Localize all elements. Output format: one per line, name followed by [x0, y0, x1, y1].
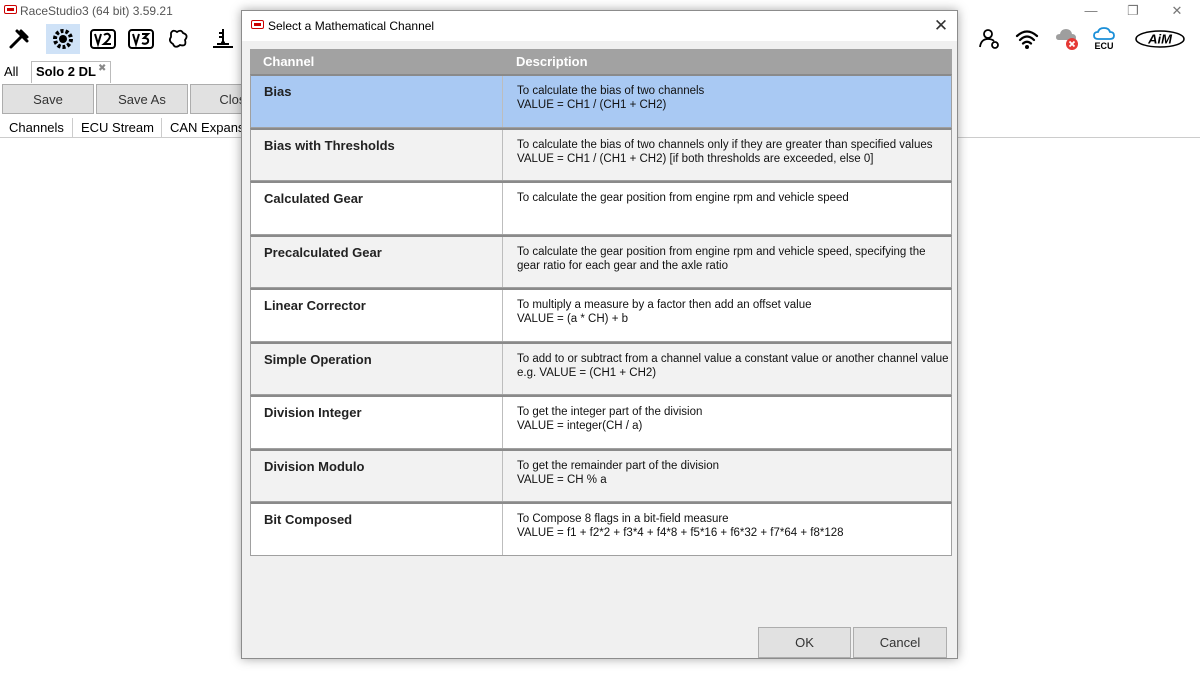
user-settings-icon[interactable]	[972, 24, 1006, 54]
column-separator	[502, 236, 503, 287]
table-row-linear-corrector[interactable]: Linear Corrector To multiply a measure b…	[250, 288, 952, 342]
column-separator	[502, 397, 503, 448]
row-description: To get the remainder part of the divisio…	[517, 459, 949, 487]
description-formula: VALUE = CH1 / (CH1 + CH2) [if both thres…	[517, 152, 874, 165]
table-header: Channel Description	[250, 49, 952, 74]
row-channel-name: Precalculated Gear	[264, 244, 382, 260]
row-description: To Compose 8 flags in a bit-field measur…	[517, 512, 949, 540]
math-channel-dialog: Select a Mathematical Channel ✕ Channel …	[241, 10, 958, 659]
description-formula: VALUE = f1 + f2*2 + f3*4 + f4*8 + f5*16 …	[517, 527, 844, 539]
row-description: To calculate the bias of two channels on…	[517, 138, 949, 166]
description-line: To Compose 8 flags in a bit-field measur…	[517, 513, 729, 525]
configuration-gear-icon[interactable]	[46, 24, 80, 54]
table-row-bias-with-thresholds[interactable]: Bias with Thresholds To calculate the bi…	[250, 127, 952, 181]
description-formula: VALUE = integer(CH / a)	[517, 420, 643, 432]
cloud-error-icon[interactable]	[1050, 24, 1084, 54]
table-row-precalculated-gear[interactable]: Precalculated Gear To calculate the gear…	[250, 234, 952, 288]
dialog-titlebar: Select a Mathematical Channel ✕	[242, 11, 957, 41]
table-row-division-modulo[interactable]: Division Modulo To get the remainder par…	[250, 448, 952, 502]
table-row-division-integer[interactable]: Division Integer To get the integer part…	[250, 395, 952, 449]
row-channel-name: Bias with Thresholds	[264, 137, 395, 153]
tools-icon[interactable]	[2, 24, 36, 54]
ecu-cloud-icon[interactable]: ECU	[1087, 24, 1121, 54]
tab-device-label: Solo 2 DL	[36, 64, 96, 79]
row-channel-name: Simple Operation	[264, 351, 372, 367]
app-title: RaceStudio3 (64 bit) 3.59.21	[20, 4, 173, 18]
subtab-channels[interactable]: Channels	[1, 118, 73, 138]
row-channel-name: Division Modulo	[264, 458, 365, 474]
close-window-button[interactable]: ✕	[1163, 1, 1191, 21]
dialog-title: Select a Mathematical Channel	[268, 19, 435, 33]
wifi-icon[interactable]	[1010, 24, 1044, 54]
track-map-icon[interactable]	[162, 24, 196, 54]
dialog-logo-icon	[251, 20, 264, 29]
row-channel-name: Linear Corrector	[264, 298, 366, 313]
save-as-button[interactable]: Save As	[96, 84, 188, 114]
column-separator	[502, 76, 503, 127]
description-line: To get the integer part of the division	[517, 406, 703, 418]
row-channel-name: Division Integer	[264, 405, 362, 420]
column-header-description: Description	[516, 54, 588, 69]
row-description: To calculate the gear position from engi…	[517, 245, 949, 273]
column-header-channel: Channel	[263, 54, 315, 69]
row-description: To add to or subtract from a channel val…	[517, 352, 949, 380]
table-row-bias[interactable]: Bias To calculate the bias of two channe…	[250, 74, 952, 128]
description-formula: VALUE = (a * CH) + b	[517, 313, 628, 325]
description-line: To multiply a measure by a factor then a…	[517, 299, 812, 311]
column-separator	[502, 343, 503, 394]
channel-table: Channel Description Bias To calculate th…	[250, 49, 952, 556]
description-formula: VALUE = CH1 / (CH1 + CH2)	[517, 99, 667, 111]
row-description: To multiply a measure by a factor then a…	[517, 298, 949, 326]
description-line: To get the remainder part of the divisio…	[517, 459, 720, 472]
restore-button[interactable]: ❐	[1119, 1, 1147, 21]
v3-device-icon[interactable]	[124, 24, 158, 54]
ecu-label: ECU	[1094, 41, 1114, 51]
tab-close-icon[interactable]: ✖	[98, 63, 106, 74]
row-channel-name: Bias	[264, 84, 292, 99]
description-formula: e.g. VALUE = (CH1 + CH2)	[517, 366, 657, 379]
tab-all[interactable]: All	[4, 64, 18, 79]
description-formula: VALUE = CH % a	[517, 473, 607, 486]
description-line: To calculate the gear position from engi…	[517, 245, 926, 258]
description-line: To calculate the gear position from engi…	[517, 192, 849, 204]
svg-text:AiM: AiM	[1147, 32, 1173, 47]
cancel-button[interactable]: Cancel	[853, 627, 947, 658]
dialog-close-icon[interactable]: ✕	[929, 15, 953, 37]
row-description: To get the integer part of the division V…	[517, 405, 949, 433]
column-separator	[502, 504, 503, 555]
description-line: To add to or subtract from a channel val…	[517, 352, 949, 365]
sensor-gauge-icon[interactable]	[206, 24, 240, 54]
row-channel-name: Calculated Gear	[264, 191, 363, 206]
table-row-calculated-gear[interactable]: Calculated Gear To calculate the gear po…	[250, 181, 952, 235]
description-line: To calculate the bias of two channels on…	[517, 138, 933, 151]
row-channel-name: Bit Composed	[264, 512, 353, 527]
row-description: To calculate the bias of two channels VAL…	[517, 84, 949, 112]
description-line: To calculate the bias of two channels	[517, 85, 705, 97]
minimize-button[interactable]: —	[1077, 1, 1105, 21]
column-separator	[502, 290, 503, 341]
column-separator	[502, 183, 503, 234]
tab-solo-2-dl[interactable]: Solo 2 DL ✖	[31, 61, 112, 83]
save-button[interactable]: Save	[2, 84, 94, 114]
app-logo-icon	[4, 5, 17, 14]
row-description: To calculate the gear position from engi…	[517, 191, 949, 205]
column-separator	[502, 129, 503, 180]
description-formula: gear ratio for each gear and the axle ra…	[517, 259, 728, 272]
table-row-simple-operation[interactable]: Simple Operation To add to or subtract f…	[250, 341, 952, 395]
subtab-ecu-stream[interactable]: ECU Stream	[73, 118, 162, 138]
ok-button[interactable]: OK	[758, 627, 851, 658]
v2-device-icon[interactable]	[86, 24, 120, 54]
table-row-bit-composed[interactable]: Bit Composed To Compose 8 flags in a bit…	[250, 502, 952, 556]
aim-logo: AiM	[1134, 24, 1186, 54]
column-separator	[502, 450, 503, 501]
